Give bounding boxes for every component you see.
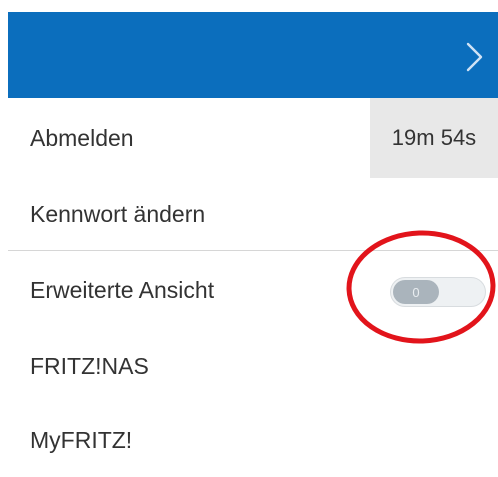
menu-item-logout[interactable]: Abmelden 19m 54s bbox=[8, 98, 498, 178]
expert-view-toggle[interactable]: 0 bbox=[390, 277, 486, 307]
expert-view-label: Erweiterte Ansicht bbox=[30, 276, 215, 303]
fritz-nas-label: FRITZ!NAS bbox=[30, 352, 149, 379]
menu-item-myfritz[interactable]: MyFRITZ! bbox=[8, 403, 498, 477]
menu-item-change-password[interactable]: Kennwort ändern bbox=[8, 178, 498, 251]
menu-item-expert-view: Erweiterte Ansicht 0 bbox=[8, 251, 498, 329]
toggle-value: 0 bbox=[412, 284, 420, 300]
session-timer: 19m 54s bbox=[370, 98, 498, 178]
user-menu: Abmelden 19m 54s Kennwort ändern Erweite… bbox=[8, 98, 498, 477]
header-bar bbox=[8, 12, 498, 98]
myfritz-label: MyFRITZ! bbox=[30, 426, 133, 453]
logout-label: Abmelden bbox=[30, 124, 134, 151]
toggle-knob: 0 bbox=[393, 280, 439, 304]
change-password-label: Kennwort ändern bbox=[30, 200, 206, 227]
menu-item-fritz-nas[interactable]: FRITZ!NAS bbox=[8, 329, 498, 403]
chevron-right-icon[interactable] bbox=[462, 42, 486, 72]
